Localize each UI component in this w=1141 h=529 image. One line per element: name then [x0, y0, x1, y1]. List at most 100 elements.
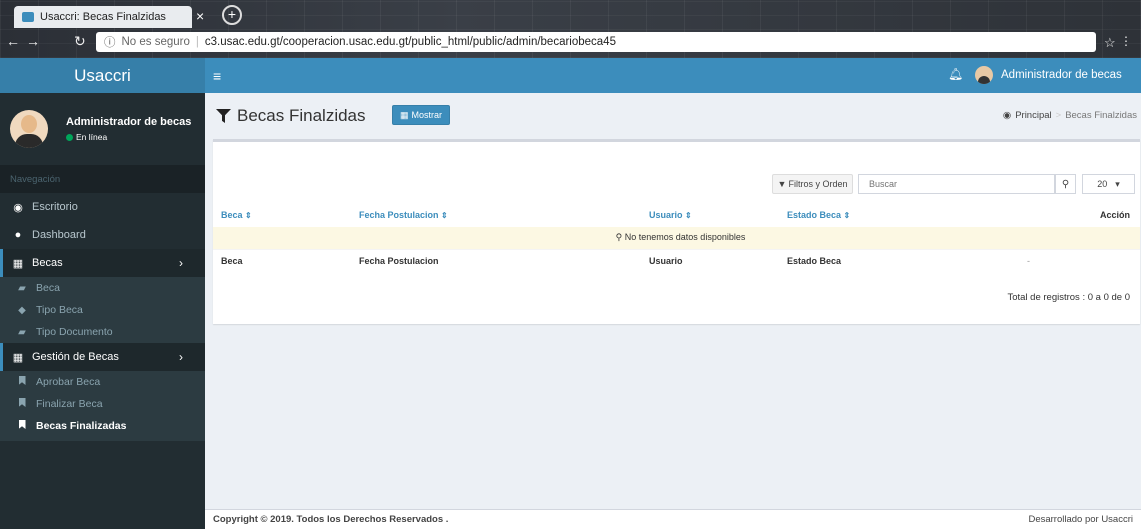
filter-icon	[216, 109, 231, 123]
top-user-name[interactable]: Administrador de becas	[1001, 69, 1122, 81]
favicon-icon	[22, 12, 34, 22]
empty-message: ⚲ No tenemos datos disponibles	[213, 227, 1140, 249]
search-icon: ⚲	[615, 232, 623, 243]
sidebar-item-label: Becas	[32, 257, 63, 269]
footer-cell: Beca	[213, 248, 351, 273]
address-separator: |	[195, 36, 199, 48]
top-avatar[interactable]	[975, 66, 993, 84]
sidebar-subitem-becas-finalizadas[interactable]: Becas Finalizadas	[0, 415, 205, 437]
avatar	[10, 110, 48, 148]
hamburger-menu-icon[interactable]: ≡	[213, 68, 221, 84]
sidebar-subitem-tipo-beca[interactable]: ◆ Tipo Beca	[0, 299, 205, 321]
app-logo[interactable]: Usaccri	[0, 58, 205, 93]
grid-icon: ▦	[400, 109, 409, 120]
sidebar-subitem-aprobar-beca[interactable]: Aprobar Beca	[0, 371, 205, 393]
user-panel: Administrador de becas En línea	[0, 93, 205, 165]
browser-tab[interactable]: Usaccri: Becas Finalzidas	[14, 6, 192, 28]
forward-arrow-icon[interactable]: →	[26, 33, 40, 49]
table-footer-row: Beca Fecha Postulacion Usuario Estado Be…	[213, 248, 1140, 273]
bookmark-icon	[16, 376, 28, 388]
footer-cell: Usuario	[641, 248, 779, 273]
reload-icon[interactable]: ↻	[74, 33, 86, 50]
insecure-label: No es seguro	[121, 36, 190, 48]
column-header-estado[interactable]: Estado Beca ⇕	[779, 203, 1019, 227]
filters-button-label: Filtros y Orden	[788, 179, 848, 189]
bell-icon[interactable]: 🔔︎	[948, 67, 963, 81]
bookmark-icon	[16, 420, 28, 432]
sidebar-subitem-tipo-documento[interactable]: ▰ Tipo Documento	[0, 321, 205, 343]
footer-cell: -	[1019, 248, 1140, 273]
show-button[interactable]: ▦ Mostrar	[392, 105, 451, 125]
nav-header: Navegación	[0, 165, 205, 193]
table-row-empty: ⚲ No tenemos datos disponibles	[213, 227, 1140, 249]
sidebar-subitem-label: Tipo Beca	[36, 304, 83, 316]
search-icon: ⚲	[1061, 178, 1070, 190]
table-icon: ▦	[12, 351, 24, 364]
column-header-usuario[interactable]: Usuario ⇕	[641, 203, 779, 227]
page-size-select[interactable]: 20 ▾	[1082, 174, 1135, 194]
sidebar-item-escritorio[interactable]: ◉ Escritorio	[0, 193, 205, 221]
bookmark-star-icon[interactable]: ☆	[1104, 35, 1116, 51]
sidebar-subitem-label: Finalizar Beca	[36, 398, 103, 410]
chevron-right-icon: ›	[179, 350, 183, 364]
data-box: ▼ Filtros y Orden ⚲ 20 ▾ Beca ⇕ Fecha Po…	[213, 139, 1140, 324]
page-title: Becas Finalzidas	[237, 106, 366, 125]
table-header-row: Beca ⇕ Fecha Postulacion ⇕ Usuario ⇕ Est…	[213, 203, 1140, 227]
sidebar-item-label: Gestión de Becas	[32, 351, 119, 363]
caret-down-icon: ▾	[1115, 178, 1120, 189]
online-dot-icon	[66, 133, 73, 141]
back-arrow-icon[interactable]: ←	[6, 33, 20, 49]
sort-icon: ⇕	[441, 211, 448, 220]
search-input[interactable]	[858, 174, 1055, 194]
column-header-beca[interactable]: Beca ⇕	[213, 203, 351, 227]
sidebar-item-label: Dashboard	[32, 229, 86, 241]
sidebar-item-label: Escritorio	[32, 201, 78, 213]
copyright-text: Copyright © 2019. Todos los Derechos Res…	[213, 514, 449, 525]
status-text: En línea	[76, 132, 108, 142]
top-navbar: ≡ 🔔︎ Administrador de becas	[205, 58, 1141, 93]
book-icon: ▰	[18, 282, 26, 294]
status-badge: En línea	[66, 132, 191, 142]
sidebar-subitem-label: Tipo Documento	[36, 326, 113, 338]
page-size-value: 20	[1097, 179, 1108, 189]
developer-text: Desarrollado por Usaccri	[1028, 514, 1133, 525]
sidebar-subitem-label: Becas Finalizadas	[36, 420, 127, 432]
column-header-accion: Acción	[1099, 210, 1130, 220]
show-button-label: Mostrar	[411, 110, 443, 120]
data-table: Beca ⇕ Fecha Postulacion ⇕ Usuario ⇕ Est…	[213, 203, 1140, 273]
content-header: Becas Finalzidas ▦ Mostrar ◉ Principal >…	[205, 93, 1141, 139]
search-button[interactable]: ⚲	[1055, 174, 1076, 194]
breadcrumb: ◉ Principal > Becas Finalzidas	[1003, 110, 1137, 121]
gestion-submenu: Aprobar Beca Finalizar Beca Becas Finali…	[0, 371, 205, 441]
sidebar-subitem-beca[interactable]: ▰ Beca	[0, 277, 205, 299]
sidebar-item-dashboard[interactable]: ● Dashboard	[0, 221, 205, 249]
sidebar-user-name: Administrador de becas	[66, 116, 192, 128]
dashboard-icon: ◉	[13, 201, 23, 214]
column-header-fecha[interactable]: Fecha Postulacion ⇕	[351, 203, 641, 227]
tab-close-icon[interactable]: ×	[196, 8, 204, 24]
bookmark-icon	[16, 398, 28, 410]
sidebar-subitem-label: Aprobar Beca	[36, 376, 101, 388]
sidebar-item-gestion-becas[interactable]: ▦ Gestión de Becas ›	[0, 343, 205, 371]
breadcrumb-home[interactable]: Principal	[1015, 110, 1051, 121]
tab-title: Usaccri: Becas Finalzidas	[40, 11, 166, 23]
sort-icon: ⇕	[245, 211, 252, 220]
url-text: c3.usac.edu.gt/cooperacion.usac.edu.gt/p…	[204, 36, 616, 48]
book-icon: ▰	[18, 326, 26, 338]
breadcrumb-separator: >	[1055, 110, 1062, 121]
footer-cell: Estado Beca	[779, 248, 1019, 273]
breadcrumb-current: Becas Finalzidas	[1065, 110, 1137, 121]
graduation-cap-icon: ◆	[18, 304, 26, 316]
sort-icon: ⇕	[843, 211, 851, 220]
total-records: Total de registros : 0 a 0 de 0	[1007, 292, 1130, 303]
sidebar-item-becas[interactable]: ▦ Becas ›	[0, 249, 205, 277]
sidebar-subitem-finalizar-beca[interactable]: Finalizar Beca	[0, 393, 205, 415]
filters-button[interactable]: ▼ Filtros y Orden	[772, 174, 853, 194]
filter-small-icon: ▼	[777, 179, 787, 189]
address-bar[interactable]: ⓘ No es seguro | c3.usac.edu.gt/cooperac…	[96, 32, 1096, 52]
chevron-right-icon: ›	[179, 256, 183, 270]
becas-submenu: ▰ Beca ◆ Tipo Beca ▰ Tipo Documento	[0, 277, 205, 343]
footer-cell: Fecha Postulacion	[351, 248, 641, 273]
new-tab-button[interactable]: +	[222, 5, 242, 25]
extension-icon[interactable]: ⋮	[1120, 34, 1132, 48]
